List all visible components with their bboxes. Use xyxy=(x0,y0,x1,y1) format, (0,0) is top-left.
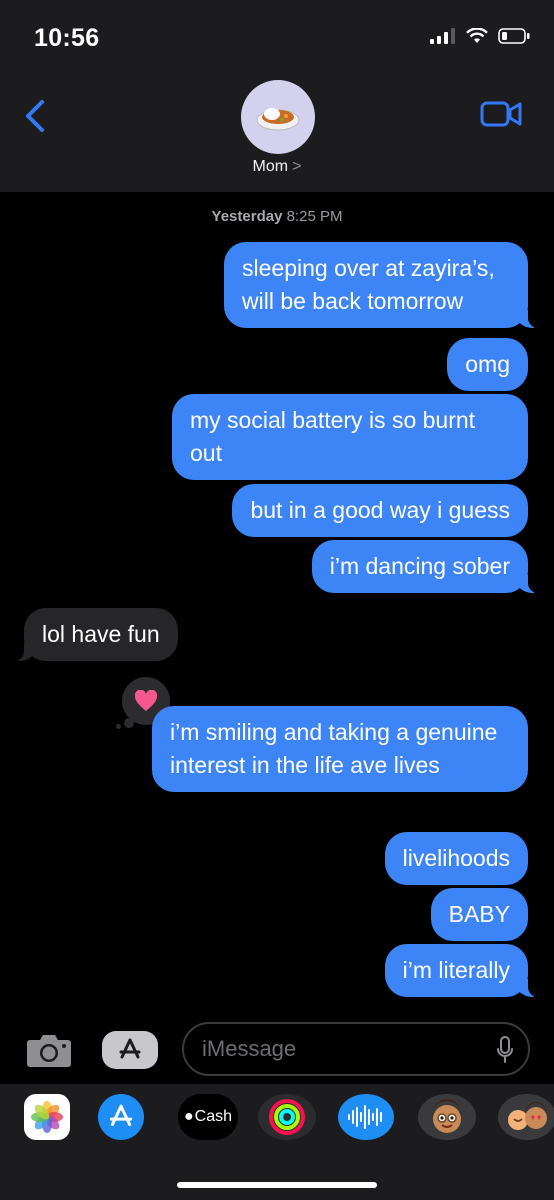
battery-icon xyxy=(498,28,530,44)
curry-rice-emoji-icon xyxy=(256,108,300,131)
activity-rings-icon xyxy=(269,1099,305,1135)
message-text: omg xyxy=(465,351,510,377)
status-time: 10:56 xyxy=(34,24,100,52)
message-text: livelihoods xyxy=(402,845,510,871)
message-bubble-outgoing[interactable]: i’m dancing sober xyxy=(311,540,541,593)
cellular-signal-icon xyxy=(430,28,455,44)
message-bubble-incoming[interactable]: lol have fun xyxy=(12,608,178,661)
timestamp-time: 8:25 PM xyxy=(286,208,343,225)
waveform-icon xyxy=(348,1105,382,1129)
activity-icon[interactable] xyxy=(258,1094,316,1140)
message-text: my social battery is so burnt out xyxy=(190,407,476,466)
message-bubble-outgoing[interactable]: sleeping over at zayira’s, will be back … xyxy=(224,242,540,328)
message-bubble-outgoing[interactable]: omg xyxy=(447,338,528,391)
message-bubble-outgoing[interactable]: BABY xyxy=(430,888,528,941)
chevron-right-icon: > xyxy=(292,158,302,175)
facetime-video-icon[interactable] xyxy=(480,100,522,128)
message-text: i’m literally xyxy=(402,957,510,983)
memoji-face-icon xyxy=(432,1099,462,1133)
message-bubble-outgoing[interactable]: i’m smiling and taking a genuine interes… xyxy=(152,706,528,792)
tapback-tail-dot xyxy=(116,724,121,729)
contact-name-button[interactable]: Mom > xyxy=(0,158,554,176)
contact-avatar[interactable] xyxy=(241,80,315,154)
heart-icon xyxy=(134,690,158,711)
message-text: i’m dancing sober xyxy=(329,553,510,579)
app-store-apps-button[interactable] xyxy=(102,1031,158,1069)
message-text: lol have fun xyxy=(42,621,160,647)
photos-flower-icon xyxy=(31,1101,63,1133)
home-indicator[interactable] xyxy=(177,1182,377,1188)
message-bubble-outgoing[interactable]: livelihoods xyxy=(384,832,528,885)
memoji-icon[interactable] xyxy=(418,1094,476,1140)
message-bubble-outgoing[interactable]: i’m literally xyxy=(384,944,541,997)
app-store-a-icon xyxy=(109,1104,133,1127)
message-bubble-outgoing[interactable]: but in a good way i guess xyxy=(232,484,528,537)
message-text: but in a good way i guess xyxy=(250,497,510,523)
memoji-stickers-icon[interactable] xyxy=(498,1094,554,1140)
wifi-icon xyxy=(466,28,488,43)
apple-cash-icon[interactable]: ● Cash xyxy=(178,1094,238,1140)
app-store-glyph-icon xyxy=(119,1038,141,1059)
timestamp-day: Yesterday xyxy=(211,208,283,225)
conversation-header: 10:56 Mom > xyxy=(0,0,554,192)
microphone-icon[interactable] xyxy=(496,1036,514,1064)
memoji-stickers-face-icon xyxy=(508,1102,547,1130)
message-text: i’m smiling and taking a genuine interes… xyxy=(170,719,498,778)
message-text: sleeping over at zayira’s, will be back … xyxy=(242,255,495,314)
app-store-icon[interactable] xyxy=(98,1094,144,1140)
audio-message-icon[interactable] xyxy=(338,1094,394,1140)
apple-logo-icon: ● xyxy=(183,1108,194,1125)
status-icons xyxy=(430,28,530,44)
apple-cash-label: Cash xyxy=(194,1108,233,1125)
message-text: BABY xyxy=(448,901,510,927)
photos-icon[interactable] xyxy=(24,1094,70,1140)
back-chevron-icon[interactable] xyxy=(20,96,54,136)
contact-name: Mom xyxy=(252,158,289,175)
message-bubble-outgoing[interactable]: my social battery is so burnt out xyxy=(172,394,528,480)
message-timestamp: Yesterday 8:25 PM xyxy=(0,208,554,225)
input-placeholder: iMessage xyxy=(202,1036,297,1061)
imessage-input[interactable]: iMessage xyxy=(182,1022,530,1076)
camera-icon[interactable] xyxy=(26,1032,72,1068)
